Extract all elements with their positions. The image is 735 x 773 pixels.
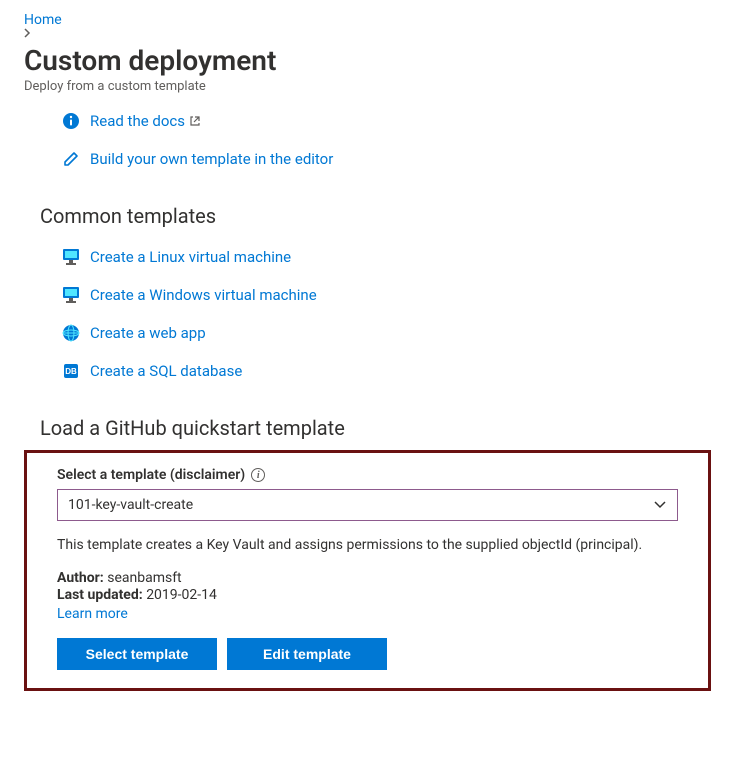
quickstart-panel: Select a template (disclaimer) i 101-key… xyxy=(24,450,711,691)
quickstart-heading: Load a GitHub quickstart template xyxy=(24,416,711,440)
build-template-link[interactable]: Build your own template in the editor xyxy=(90,150,333,168)
common-item-linux-vm: Create a Linux virtual machine xyxy=(60,238,711,276)
updated-value: 2019-02-14 xyxy=(146,587,217,603)
windows-vm-link[interactable]: Create a Windows virtual machine xyxy=(90,286,317,304)
updated-label: Last updated: xyxy=(57,587,143,603)
common-templates-heading: Common templates xyxy=(24,204,711,228)
web-app-link[interactable]: Create a web app xyxy=(90,324,206,342)
info-icon xyxy=(60,112,82,130)
common-item-web-app: Create a web app xyxy=(60,314,711,352)
template-description: This template creates a Key Vault and as… xyxy=(57,535,678,556)
sql-db-link[interactable]: Create a SQL database xyxy=(90,362,242,380)
updated-row: Last updated: 2019-02-14 xyxy=(57,587,678,603)
author-row: Author: seanbamsft xyxy=(57,570,678,586)
read-docs-link[interactable]: Read the docs xyxy=(90,112,185,130)
info-icon[interactable]: i xyxy=(251,468,265,482)
author-value: seanbamsft xyxy=(107,570,181,586)
common-item-windows-vm: Create a Windows virtual machine xyxy=(60,276,711,314)
page-title: Custom deployment xyxy=(24,44,711,77)
breadcrumb-home-link[interactable]: Home xyxy=(24,12,62,28)
linux-vm-link[interactable]: Create a Linux virtual machine xyxy=(90,248,291,266)
edit-template-button[interactable]: Edit template xyxy=(227,638,387,670)
breadcrumb: Home xyxy=(24,12,711,38)
chevron-right-icon xyxy=(24,28,711,38)
template-select-value: 101-key-vault-create xyxy=(68,497,193,513)
build-template-row: Build your own template in the editor xyxy=(60,140,711,178)
select-template-label-text: Select a template (disclaimer) xyxy=(57,467,245,483)
database-icon: DB xyxy=(60,362,82,380)
external-link-icon xyxy=(189,115,201,127)
read-docs-row: Read the docs xyxy=(60,102,711,140)
select-template-label: Select a template (disclaimer) i xyxy=(57,467,678,483)
chevron-down-icon xyxy=(653,500,667,510)
common-item-sql-db: DB Create a SQL database xyxy=(60,352,711,390)
pencil-icon xyxy=(60,150,82,168)
template-select[interactable]: 101-key-vault-create xyxy=(57,489,678,521)
svg-text:DB: DB xyxy=(65,367,77,376)
vm-icon xyxy=(60,286,82,304)
globe-icon xyxy=(60,324,82,342)
learn-more-link[interactable]: Learn more xyxy=(57,606,128,622)
vm-icon xyxy=(60,248,82,266)
page-subtitle: Deploy from a custom template xyxy=(24,79,711,94)
select-template-button[interactable]: Select template xyxy=(57,638,217,670)
author-label: Author: xyxy=(57,570,104,586)
